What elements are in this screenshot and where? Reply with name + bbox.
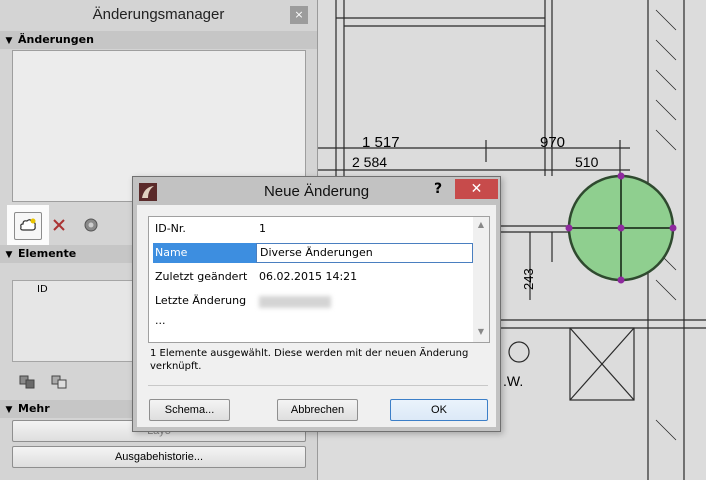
output-history-button[interactable]: Ausgabehistorie... [12, 446, 306, 468]
dimension-243: 243 [521, 268, 536, 290]
property-row-id[interactable]: ID-Nr. 1 [151, 219, 473, 239]
properties-scrollbar[interactable]: ▲ ▼ [473, 217, 489, 342]
property-value: 1 [259, 222, 266, 235]
cloud-settings-icon [84, 218, 98, 232]
remove-elements-icon [51, 375, 67, 389]
property-key: ID-Nr. [155, 222, 186, 235]
palette-title: Änderungsmanager [92, 6, 225, 23]
dialog-body: ID-Nr. 1 Name Diverse Änderungen Zuletzt… [137, 205, 496, 427]
elements-column-id[interactable]: ID [37, 284, 48, 295]
properties-list[interactable]: ID-Nr. 1 Name Diverse Änderungen Zuletzt… [148, 216, 490, 343]
property-key: Name [153, 243, 256, 263]
palette-close-button[interactable]: × [290, 6, 308, 24]
name-input[interactable]: Diverse Änderungen [256, 243, 473, 263]
collapse-triangle-icon: ▼ [5, 36, 13, 46]
property-row-last-change-by[interactable]: Letzte Änderung ... [151, 291, 473, 327]
cancel-button[interactable]: Abbrechen [277, 399, 358, 421]
dialog-close-button[interactable]: ✕ [455, 179, 498, 199]
dialog-titlebar[interactable]: Neue Änderung ? ✕ [133, 177, 500, 205]
property-value: 06.02.2015 14:21 [259, 270, 358, 283]
section-changes-header[interactable]: ▼ Änderungen [0, 31, 317, 49]
dialog-title: Neue Änderung [263, 183, 370, 200]
new-change-dialog: Neue Änderung ? ✕ ID-Nr. 1 Name Diverse … [132, 176, 501, 432]
property-row-last-modified[interactable]: Zuletzt geändert 06.02.2015 14:21 [151, 267, 473, 287]
section-elements-label: Elemente [18, 247, 77, 260]
ok-button[interactable]: OK [390, 399, 488, 421]
new-change-cloud-icon [20, 218, 36, 231]
delete-change-button[interactable] [46, 212, 72, 238]
label-w: .W. [503, 373, 523, 389]
collapse-triangle-icon: ▼ [5, 405, 13, 415]
dimension-1517: 1 517 [362, 134, 400, 151]
schema-button[interactable]: Schema... [149, 399, 230, 421]
property-key: Letzte Änderung ... [155, 294, 247, 327]
delete-x-icon [53, 219, 65, 231]
redacted-value [259, 296, 331, 308]
select-elements-icon [19, 375, 35, 389]
section-more-label: Mehr [18, 402, 50, 415]
separator [148, 385, 488, 386]
select-elements-button[interactable] [14, 368, 40, 394]
change-cloud-button[interactable] [78, 212, 104, 238]
dimension-970: 970 [540, 134, 565, 151]
new-change-button[interactable] [14, 212, 42, 240]
scroll-down-arrow-icon[interactable]: ▼ [473, 327, 489, 336]
remove-elements-button[interactable] [46, 368, 72, 394]
selection-info-text: 1 Elemente ausgewählt. Diese werden mit … [150, 348, 469, 372]
property-key: Zuletzt geändert [155, 270, 248, 283]
dimension-2584: 2 584 [352, 154, 387, 170]
property-row-name[interactable]: Name Diverse Änderungen [151, 243, 473, 263]
section-changes-label: Änderungen [18, 33, 94, 46]
collapse-triangle-icon: ▼ [5, 250, 13, 260]
scroll-up-arrow-icon[interactable]: ▲ [473, 220, 489, 229]
dimension-510: 510 [575, 154, 599, 170]
help-icon[interactable]: ? [434, 181, 442, 197]
